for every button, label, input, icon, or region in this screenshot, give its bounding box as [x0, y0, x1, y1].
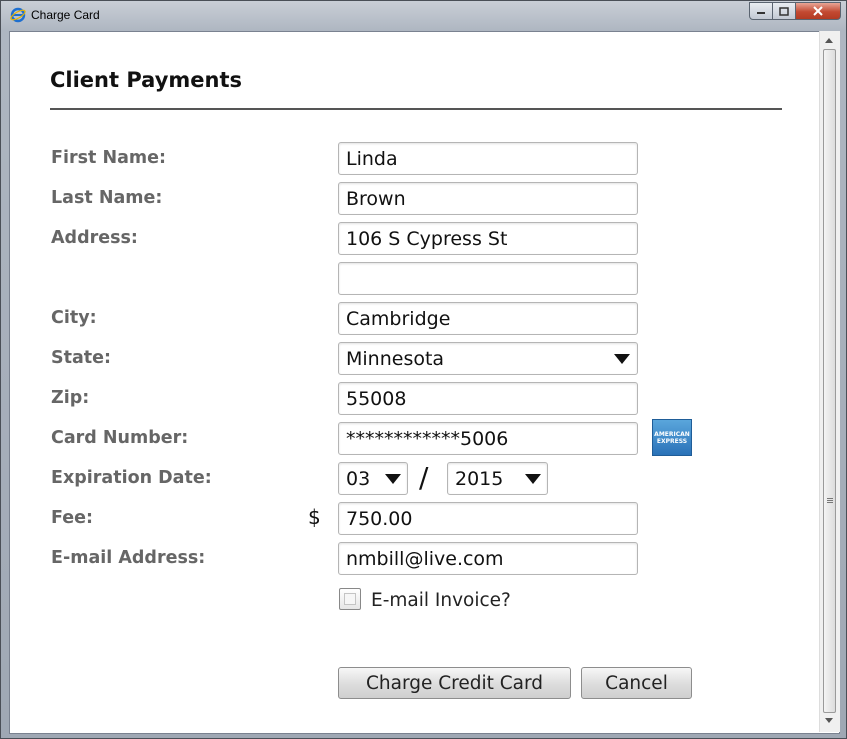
fee-input[interactable]: 750.00 [338, 502, 638, 535]
city-label: City: [51, 308, 97, 328]
cancel-button[interactable]: Cancel [581, 667, 692, 699]
ie-icon [10, 7, 26, 23]
fee-label: Fee: [51, 508, 93, 528]
email-input[interactable]: nmbill@live.com [338, 542, 638, 575]
chevron-down-icon [614, 354, 630, 364]
expiration-month-value: 03 [346, 468, 371, 490]
email-label: E-mail Address: [51, 548, 206, 568]
grip-icon [827, 498, 833, 504]
expiration-year-value: 2015 [455, 468, 504, 490]
currency-symbol: $ [308, 505, 321, 529]
expiration-month-select[interactable]: 03 [338, 462, 408, 495]
last-name-label: Last Name: [51, 188, 163, 208]
expiration-year-select[interactable]: 2015 [447, 462, 548, 495]
chevron-down-icon [525, 474, 541, 484]
zip-label: Zip: [51, 388, 90, 408]
expiration-label: Expiration Date: [51, 468, 212, 488]
state-select[interactable]: Minnesota [338, 342, 638, 375]
city-input[interactable]: Cambridge [338, 302, 638, 335]
scroll-down-icon[interactable] [825, 718, 833, 723]
maximize-button[interactable] [772, 2, 796, 20]
close-button[interactable] [795, 2, 841, 20]
scroll-up-icon[interactable] [825, 38, 833, 43]
vertical-scrollbar[interactable] [819, 31, 840, 732]
amex-card-icon: AMERICAN EXPRESS [652, 419, 692, 456]
minimize-button[interactable] [749, 2, 773, 20]
chevron-down-icon [385, 474, 401, 484]
charge-card-window: Charge Card Client Payments First Name: … [0, 0, 847, 739]
state-select-value: Minnesota [346, 348, 445, 370]
email-invoice-checkbox[interactable] [339, 588, 361, 610]
address-line2-input[interactable] [338, 262, 638, 295]
zip-input[interactable]: 55008 [338, 382, 638, 415]
minimize-icon [757, 12, 765, 14]
state-label: State: [51, 348, 112, 368]
scroll-thumb[interactable] [823, 49, 836, 713]
amex-logo-text: AMERICAN EXPRESS [654, 430, 690, 445]
close-icon [813, 6, 823, 16]
date-separator: / [419, 461, 429, 494]
maximize-icon [779, 6, 789, 16]
address-label: Address: [51, 228, 138, 248]
last-name-input[interactable]: Brown [338, 182, 638, 215]
checkbox-box [344, 593, 356, 605]
charge-credit-card-button[interactable]: Charge Credit Card [338, 667, 571, 699]
heading-divider [50, 108, 782, 110]
window-title: Charge Card [31, 8, 100, 22]
email-invoice-label[interactable]: E-mail Invoice? [371, 590, 511, 611]
address-line1-input[interactable]: 106 S Cypress St [338, 222, 638, 255]
first-name-input[interactable]: Linda [338, 142, 638, 175]
first-name-label: First Name: [51, 148, 167, 168]
title-bar[interactable]: Charge Card [1, 1, 846, 29]
card-number-label: Card Number: [51, 428, 189, 448]
card-number-input[interactable]: ************5006 [338, 422, 638, 455]
page-title: Client Payments [50, 68, 243, 92]
